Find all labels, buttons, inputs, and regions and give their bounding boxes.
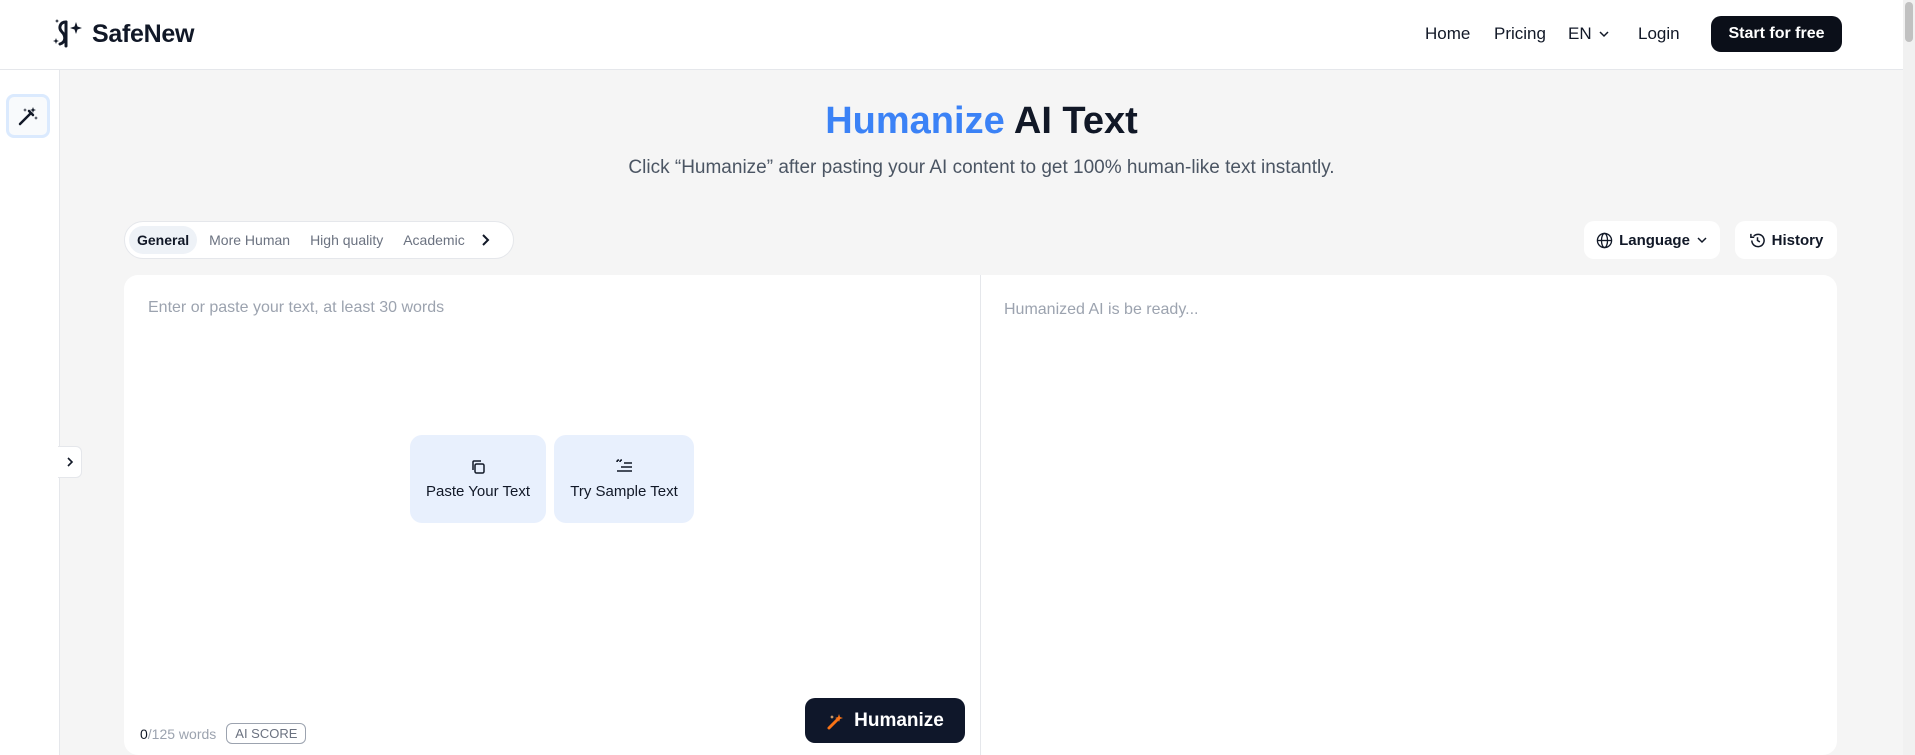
page-title: Humanize AI Text xyxy=(60,100,1903,143)
quote-text-icon xyxy=(616,458,632,472)
copy-icon xyxy=(472,459,485,474)
humanize-button[interactable]: Humanize xyxy=(805,698,965,743)
page-scrollbar[interactable] xyxy=(1903,0,1915,755)
left-sidebar xyxy=(0,70,60,755)
page-subtitle: Click “Humanize” after pasting your AI c… xyxy=(628,157,1335,178)
modes-next-button[interactable] xyxy=(479,233,491,247)
try-sample-button[interactable]: Try Sample Text xyxy=(554,435,694,523)
ai-score-button[interactable]: AI SCORE xyxy=(226,723,307,744)
language-dropdown[interactable]: Language xyxy=(1584,221,1720,259)
humanizer-tool-button[interactable] xyxy=(6,94,50,138)
chevron-right-icon xyxy=(66,457,73,467)
magic-wand-icon xyxy=(18,107,38,126)
mode-tabs: General More Human High quality Academic xyxy=(124,221,514,259)
tab-high-quality[interactable]: High quality xyxy=(302,226,391,254)
nav-pricing[interactable]: Pricing xyxy=(1494,24,1546,44)
word-limit: /125 words xyxy=(147,725,217,742)
history-icon xyxy=(1749,233,1765,247)
top-header: SafeNew Home Pricing EN Login Start for … xyxy=(0,0,1903,70)
editor-panel: Humanized AI is be ready... Paste Your T… xyxy=(124,275,1837,755)
language-label: Language xyxy=(1619,231,1690,249)
output-placeholder: Humanized AI is be ready... xyxy=(1004,301,1199,318)
word-counter: 0/125 words AI SCORE xyxy=(140,723,307,744)
language-code: EN xyxy=(1568,24,1592,43)
history-label: History xyxy=(1771,231,1824,249)
history-button[interactable]: History xyxy=(1735,221,1837,259)
globe-icon xyxy=(1596,232,1613,248)
scrollbar-thumb[interactable] xyxy=(1905,2,1913,42)
title-accent: Humanize xyxy=(825,100,1005,142)
title-rest: AI Text xyxy=(1013,100,1138,142)
start-for-free-button[interactable]: Start for free xyxy=(1711,16,1842,52)
logo[interactable]: SafeNew xyxy=(50,16,194,52)
magic-wand-icon xyxy=(827,713,844,729)
nav-home[interactable]: Home xyxy=(1425,24,1470,44)
paste-text-label: Paste Your Text xyxy=(426,482,530,500)
sidebar-expand-toggle[interactable] xyxy=(58,446,82,478)
paste-text-button[interactable]: Paste Your Text xyxy=(410,435,546,523)
word-count-value: 0 xyxy=(140,725,148,742)
logo-icon xyxy=(53,19,82,48)
humanize-label: Humanize xyxy=(854,709,944,731)
chevron-down-icon xyxy=(1599,31,1609,38)
brand-name: SafeNew xyxy=(92,19,195,48)
panel-divider xyxy=(980,275,981,755)
chevron-right-icon xyxy=(481,234,490,246)
language-selector[interactable]: EN xyxy=(1568,24,1610,44)
tab-more-human[interactable]: More Human xyxy=(201,226,298,254)
tab-academic[interactable]: Academic xyxy=(395,226,472,254)
input-textarea[interactable] xyxy=(148,299,958,679)
tab-general[interactable]: General xyxy=(129,226,198,254)
try-sample-label: Try Sample Text xyxy=(570,482,678,500)
chevron-down-icon xyxy=(1697,237,1707,244)
nav-login[interactable]: Login xyxy=(1638,24,1680,44)
